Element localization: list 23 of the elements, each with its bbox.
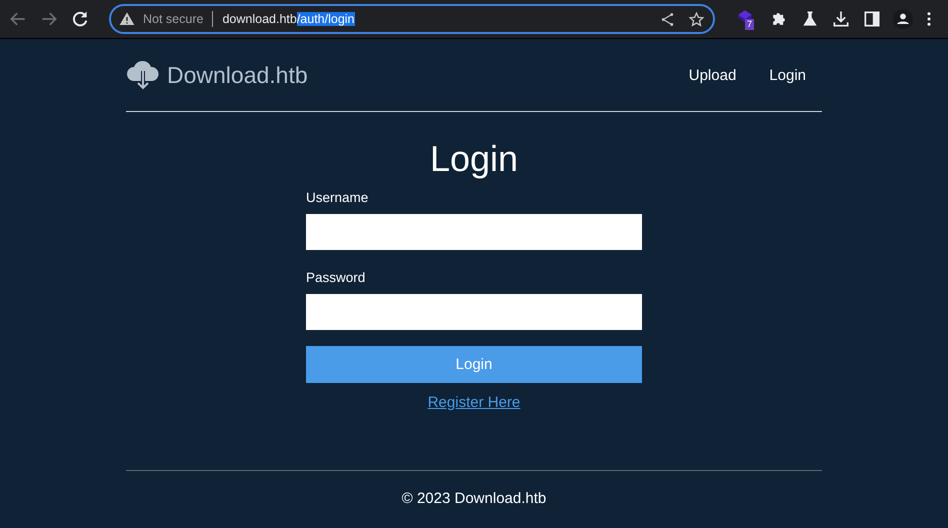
profile-icon[interactable] — [893, 9, 913, 29]
copyright-text: © 2023 Download.htb — [402, 490, 546, 507]
cloud-download-icon — [126, 59, 160, 91]
share-icon[interactable] — [659, 10, 676, 28]
address-bar[interactable]: Not secure download.htb/auth/login — [109, 4, 715, 34]
url-text: download.htb/auth/login — [222, 12, 355, 26]
page-heading: Login — [428, 138, 520, 180]
input-field[interactable] — [306, 214, 642, 250]
download-icon[interactable] — [831, 9, 851, 29]
side-panel-icon[interactable] — [862, 9, 882, 29]
field-label: Username — [306, 190, 370, 205]
input-field[interactable] — [306, 294, 642, 330]
star-icon[interactable] — [688, 10, 705, 28]
extension-badge: 7 — [745, 19, 754, 30]
warning-icon[interactable] — [119, 11, 135, 27]
menu-icon[interactable] — [926, 10, 932, 28]
site-title[interactable]: Download.htb — [167, 62, 308, 88]
nav-link[interactable]: Upload — [688, 66, 736, 84]
reload-icon[interactable] — [70, 9, 90, 29]
nav-link[interactable]: Login — [769, 66, 806, 84]
field-label: Password — [306, 270, 366, 285]
security-label[interactable]: Not secure — [143, 12, 204, 26]
register-link[interactable]: Register Here — [428, 394, 520, 411]
